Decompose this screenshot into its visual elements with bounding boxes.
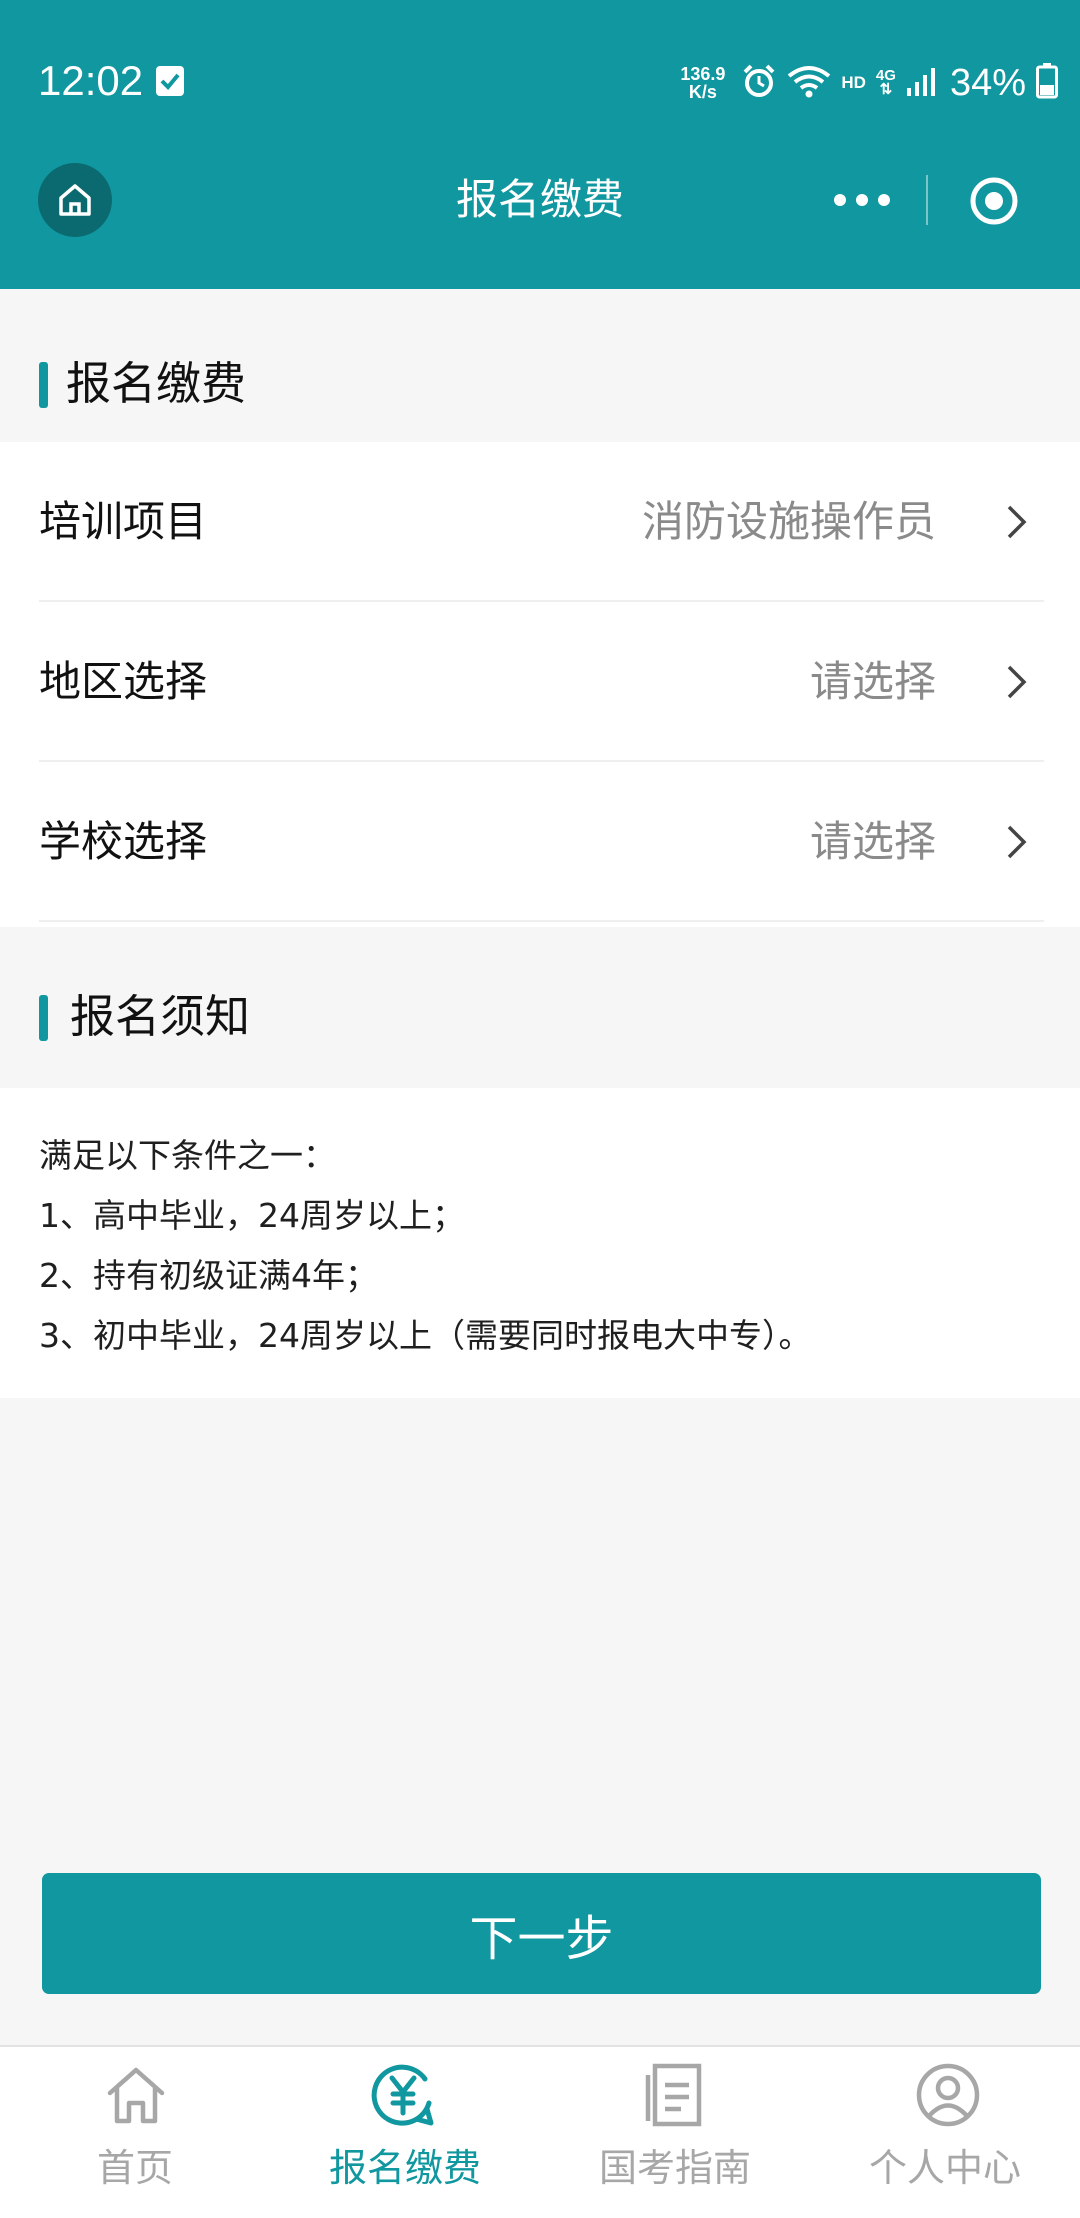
chevron-right-icon	[1007, 825, 1027, 859]
form-row-school-select[interactable]: 学校选择 请选择	[0, 762, 1080, 922]
alarm-icon	[741, 63, 777, 103]
page-title: 报名缴费	[455, 175, 624, 224]
row-value: 消防设施操作员	[641, 497, 936, 546]
form-row-training-project[interactable]: 培训项目 消防设施操作员	[0, 442, 1080, 602]
notice-line: 2、持有初级证满4年；	[39, 1256, 378, 1295]
status-time: 12:02	[38, 57, 144, 104]
tab-registration-payment[interactable]: 报名缴费	[270, 2047, 540, 2218]
tab-exam-guide[interactable]: 国考指南	[540, 2047, 810, 2218]
task-check-icon	[156, 66, 184, 96]
tab-home[interactable]: 首页	[0, 2047, 270, 2218]
speed-unit: K/s	[688, 82, 717, 102]
row-label: 学校选择	[39, 817, 208, 866]
app-header: 12:02 136.9 K/s HD 4G ⇅ 34% 报名缴费	[0, 0, 1080, 289]
tab-label: 国考指南	[598, 2146, 751, 2190]
registration-section-title: 报名缴费	[66, 357, 247, 410]
more-menu-button[interactable]	[832, 188, 892, 212]
notice-line: 1、高中毕业，24周岁以上；	[39, 1196, 465, 1235]
row-label: 培训项目	[39, 497, 208, 546]
next-step-button[interactable]: 下一步	[42, 1873, 1041, 1994]
notice-section-title: 报名须知	[70, 990, 251, 1043]
yuan-payment-icon	[371, 2064, 434, 2126]
user-circle-icon	[916, 2063, 980, 2127]
notice-section-header: 报名须知	[0, 975, 1080, 1057]
data-arrows-icon: ⇅	[879, 81, 893, 98]
battery-icon	[1036, 63, 1058, 103]
capsule-divider	[926, 175, 928, 225]
wifi-icon	[787, 64, 831, 102]
hd-indicator: HD	[841, 73, 866, 92]
chevron-right-icon	[1007, 665, 1027, 699]
tab-label: 首页	[96, 2146, 173, 2190]
navigation-bar: 报名缴费	[0, 160, 1080, 289]
house-icon	[107, 2067, 165, 2124]
form-row-region-select[interactable]: 地区选择 请选择	[0, 602, 1080, 762]
section-accent-bar	[39, 995, 48, 1041]
row-value: 请选择	[809, 657, 936, 706]
notice-line: 满足以下条件之一：	[39, 1136, 336, 1175]
tab-label: 报名缴费	[328, 2146, 481, 2190]
registration-form: 培训项目 消防设施操作员 地区选择 请选择 学校选择 请选择	[0, 442, 1080, 927]
network-type: 4G ⇅	[876, 68, 896, 98]
network-speed: 136.9 K/s	[680, 65, 725, 101]
section-accent-bar	[39, 362, 48, 408]
notice-content: 满足以下条件之一： 1、高中毕业，24周岁以上； 2、持有初级证满4年； 3、初…	[0, 1088, 1080, 1398]
status-indicators: 136.9 K/s HD 4G ⇅ 34%	[680, 56, 1058, 110]
bottom-tab-bar: 首页 报名缴费 国考指南 个人中心	[0, 2045, 1080, 2218]
close-miniapp-button[interactable]	[968, 175, 1020, 227]
row-label: 地区选择	[39, 657, 208, 706]
status-bar: 12:02 136.9 K/s HD 4G ⇅ 34%	[0, 0, 1080, 160]
row-value: 请选择	[809, 817, 936, 866]
battery-level: 34%	[949, 61, 1026, 104]
document-icon	[645, 2063, 702, 2127]
target-circle-icon	[970, 177, 1018, 225]
row-divider	[39, 920, 1044, 922]
speed-value: 136.9	[680, 64, 726, 84]
tab-label: 个人中心	[868, 2146, 1021, 2190]
notice-line: 3、初中毕业，24周岁以上（需要同时报电大中专）。	[39, 1316, 812, 1355]
registration-section-header: 报名缴费	[0, 342, 1080, 424]
chevron-right-icon	[1007, 505, 1027, 539]
tab-personal-center[interactable]: 个人中心	[810, 2047, 1080, 2218]
more-dots-icon	[834, 194, 890, 206]
signal-icon	[906, 66, 938, 100]
